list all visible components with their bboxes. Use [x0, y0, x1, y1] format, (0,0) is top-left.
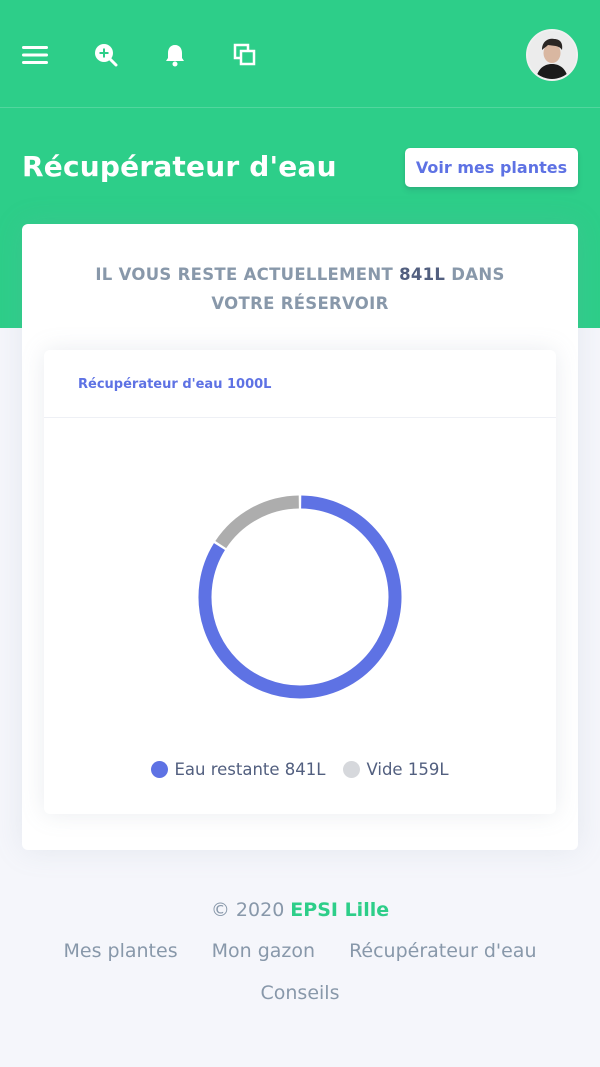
donut-slice-1[interactable] — [215, 495, 300, 549]
remaining-water-headline: IL VOUS RESTE ACTUELLEMENT 841L DANS VOT… — [62, 260, 538, 318]
footer-links: Mes plantes Mon gazon Récupérateur d'eau… — [30, 930, 570, 1014]
user-avatar[interactable] — [526, 29, 578, 81]
footer: © 2020 EPSI Lille — [0, 895, 600, 925]
legend-item-1[interactable]: Vide 159L — [343, 759, 449, 779]
remaining-amount: 841L — [399, 265, 446, 284]
reservoir-card: IL VOUS RESTE ACTUELLEMENT 841L DANS VOT… — [22, 224, 578, 850]
chart-title: Récupérateur d'eau 1000L — [78, 377, 272, 392]
footer-link-mes-plantes[interactable]: Mes plantes — [47, 930, 195, 972]
chart-header: Récupérateur d'eau 1000L — [44, 350, 556, 418]
footer-link-mon-gazon[interactable]: Mon gazon — [195, 930, 332, 972]
bell-icon[interactable] — [162, 42, 188, 68]
headline-prefix: IL VOUS RESTE ACTUELLEMENT — [95, 265, 394, 284]
view-plants-button[interactable]: Voir mes plantes — [405, 148, 578, 187]
legend-dot-1 — [343, 760, 361, 778]
legend-label-0: Eau restante 841L — [174, 759, 326, 779]
chart-card: Récupérateur d'eau 1000L Eau restante 84… — [44, 350, 556, 814]
search-plus-icon[interactable] — [93, 42, 119, 68]
footer-link-recuperateur[interactable]: Récupérateur d'eau — [332, 930, 553, 972]
copyright-text: © 2020 — [210, 899, 285, 921]
top-navbar — [0, 0, 600, 108]
legend-label-1: Vide 159L — [366, 759, 449, 779]
legend-item-0[interactable]: Eau restante 841L — [151, 760, 325, 779]
donut-chart — [198, 495, 402, 699]
legend-dot-0 — [151, 760, 169, 778]
footer-link-conseils[interactable]: Conseils — [244, 972, 357, 1014]
chart-legend: Eau restante 841L Vide 159L — [44, 755, 556, 783]
copy-icon[interactable] — [232, 42, 258, 68]
page-title: Récupérateur d'eau — [22, 150, 337, 183]
brand-link[interactable]: EPSI Lille — [290, 899, 389, 921]
menu-icon[interactable] — [22, 42, 48, 68]
copyright: © 2020 EPSI Lille — [0, 895, 600, 925]
